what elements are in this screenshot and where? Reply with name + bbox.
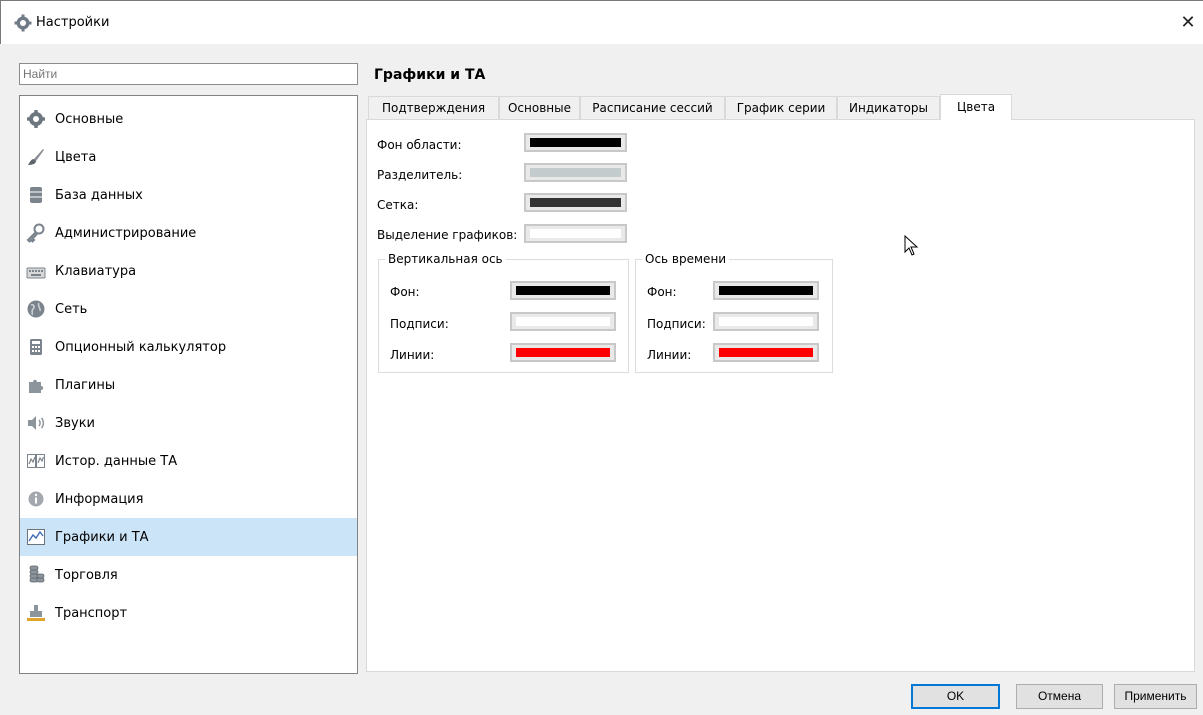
key-icon xyxy=(26,223,45,243)
sidebar-item-keyboard[interactable]: Клавиатура xyxy=(20,252,357,290)
separator-color-button[interactable] xyxy=(524,163,627,182)
color-fill xyxy=(516,348,610,357)
sidebar-item-label: Администрирование xyxy=(55,226,197,241)
separator-label: Разделитель: xyxy=(377,168,463,182)
search-input[interactable] xyxy=(19,63,358,85)
vertical-axis-labels-label: Подписи: xyxy=(390,317,449,331)
vertical-axis-lines-label: Линии: xyxy=(390,348,435,362)
color-fill xyxy=(530,198,621,207)
sidebar-item-label: Звуки xyxy=(55,416,95,431)
cancel-button[interactable]: Отмена xyxy=(1016,684,1103,709)
sidebar-item-administration[interactable]: Администрирование xyxy=(20,214,357,252)
tab-indicators[interactable]: Индикаторы xyxy=(837,96,940,119)
sidebar-item-label: Опционный калькулятор xyxy=(55,340,227,355)
time-axis-labels-color-button[interactable] xyxy=(713,312,819,331)
time-axis-group: Ось времени Фон: Подписи: Линии: xyxy=(635,252,833,373)
sidebar-item-transport[interactable]: Транспорт xyxy=(20,594,357,632)
brush-icon xyxy=(28,149,44,165)
time-axis-background-color-button[interactable] xyxy=(713,281,819,300)
speaker-icon xyxy=(28,416,45,430)
sidebar-item-trading[interactable]: Торговля xyxy=(20,556,357,594)
globe-icon xyxy=(27,300,45,318)
time-axis-background-label: Фон: xyxy=(647,285,677,299)
time-axis-labels-label: Подписи: xyxy=(647,317,706,331)
sidebar-item-sounds[interactable]: Звуки xyxy=(20,404,357,442)
tab-general[interactable]: Основные xyxy=(499,96,580,119)
color-fill xyxy=(516,317,610,326)
sidebar-item-information[interactable]: Информация xyxy=(20,480,357,518)
color-fill xyxy=(530,229,621,238)
color-fill xyxy=(530,138,621,147)
colors-tab-panel: Фон области: Разделитель: Сетка: Выделен… xyxy=(366,119,1195,672)
sidebar-item-network[interactable]: Сеть xyxy=(20,290,357,328)
tab-confirmations[interactable]: Подтверждения xyxy=(368,96,499,119)
gear-icon xyxy=(27,110,45,128)
transport-icon xyxy=(27,605,45,621)
sidebar-item-label: Клавиатура xyxy=(55,264,137,279)
color-fill xyxy=(516,286,610,295)
database-icon xyxy=(30,187,42,203)
time-axis-group-title: Ось времени xyxy=(642,252,730,266)
vertical-axis-labels-color-button[interactable] xyxy=(510,312,616,331)
sidebar-item-label: Цвета xyxy=(55,150,97,165)
tab-series-chart[interactable]: График серии xyxy=(725,96,837,119)
time-axis-lines-color-button[interactable] xyxy=(713,343,819,362)
sidebar-item-label: Сеть xyxy=(55,302,88,317)
sidebar-item-label: Транспорт xyxy=(55,606,128,621)
coins-icon xyxy=(29,565,45,583)
history-chart-icon xyxy=(27,454,45,468)
area-background-label: Фон области: xyxy=(377,138,462,152)
apply-button[interactable]: Применить xyxy=(1114,684,1197,709)
title-bar: Настройки ✕ xyxy=(0,0,1203,44)
chart-highlight-label: Выделение графиков: xyxy=(377,228,518,242)
time-axis-lines-label: Линии: xyxy=(647,348,692,362)
line-chart-icon xyxy=(27,529,45,545)
grid-label: Сетка: xyxy=(377,198,419,212)
sidebar-item-charts-ta[interactable]: Графики и ТА xyxy=(20,518,357,556)
tab-colors[interactable]: Цвета xyxy=(940,94,1012,120)
sidebar-item-label: Плагины xyxy=(55,378,116,393)
puzzle-icon xyxy=(29,379,44,393)
vertical-axis-background-label: Фон: xyxy=(390,285,420,299)
sidebar-item-general[interactable]: Основные xyxy=(20,100,357,138)
settings-category-list: Основные Цвета База данных Администриров… xyxy=(19,95,358,674)
tab-session-schedule[interactable]: Расписание сессий xyxy=(580,96,725,119)
sidebar-item-colors[interactable]: Цвета xyxy=(20,138,357,176)
calculator-icon xyxy=(30,339,42,355)
window-title: Настройки xyxy=(36,15,110,30)
settings-gear-icon xyxy=(14,14,32,32)
color-fill xyxy=(719,348,813,357)
color-fill xyxy=(719,286,813,295)
ok-button[interactable]: OK xyxy=(911,684,1000,709)
chart-highlight-color-button[interactable] xyxy=(524,224,627,243)
sidebar-item-history-data[interactable]: Истор. данные ТА xyxy=(20,442,357,480)
sidebar-item-database[interactable]: База данных xyxy=(20,176,357,214)
sidebar-item-label: Основные xyxy=(55,112,124,127)
color-fill xyxy=(719,317,813,326)
grid-color-button[interactable] xyxy=(524,193,627,212)
color-fill xyxy=(530,168,621,177)
sidebar-item-label: Графики и ТА xyxy=(55,530,149,545)
vertical-axis-lines-color-button[interactable] xyxy=(510,343,616,362)
vertical-axis-background-color-button[interactable] xyxy=(510,281,616,300)
mouse-pointer-icon xyxy=(904,235,919,256)
keyboard-icon xyxy=(26,267,46,279)
sidebar-item-label: Информация xyxy=(55,492,144,507)
sidebar-item-label: База данных xyxy=(55,188,143,203)
sidebar-item-option-calculator[interactable]: Опционный калькулятор xyxy=(20,328,357,366)
sidebar-item-plugins[interactable]: Плагины xyxy=(20,366,357,404)
vertical-axis-group: Вертикальная ось Фон: Подписи: Линии: xyxy=(378,252,629,373)
page-title: Графики и ТА xyxy=(374,67,486,83)
info-icon xyxy=(28,491,44,507)
sidebar-item-label: Истор. данные ТА xyxy=(55,454,178,469)
vertical-axis-group-title: Вертикальная ось xyxy=(385,252,506,266)
close-button[interactable]: ✕ xyxy=(1173,11,1203,35)
sidebar-item-label: Торговля xyxy=(55,568,118,583)
area-background-color-button[interactable] xyxy=(524,133,627,152)
